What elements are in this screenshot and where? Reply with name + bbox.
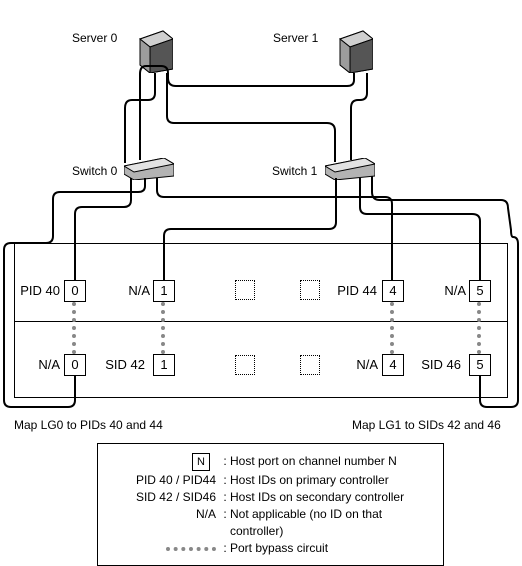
legend-pid-key: PID 40 / PID44 [108, 472, 220, 488]
legend-row-pid: PID 40 / PID44 : Host IDs on primary con… [108, 472, 433, 488]
bot-port0: 0 [64, 354, 86, 376]
legend-row-na: N/A : Not applicable (no ID on that cont… [108, 506, 433, 538]
bypass5 [477, 302, 481, 354]
bot-port1: 1 [153, 354, 175, 376]
bypass0 [72, 302, 76, 354]
top-empty-2 [235, 280, 255, 300]
switch0-icon [124, 158, 174, 180]
switch1-label: Switch 1 [272, 164, 317, 178]
controller-frame [14, 243, 508, 398]
legend-row-sid: SID 42 / SID46 : Host IDs on secondary c… [108, 489, 433, 505]
server1-icon [335, 27, 373, 73]
map-left: Map LG0 to PIDs 40 and 44 [14, 418, 163, 432]
bot-port1-id: SID 42 [103, 357, 145, 372]
bot-port4: 4 [382, 354, 404, 376]
bot-port5-id: SID 46 [419, 357, 461, 372]
server0-label: Server 0 [72, 31, 117, 45]
legend-pid-desc: Host IDs on primary controller [230, 472, 433, 488]
bot-empty-2 [235, 355, 255, 375]
bot-empty-3 [300, 355, 320, 375]
top-empty-3 [300, 280, 320, 300]
legend-na-key: N/A [108, 506, 220, 538]
bot-port0-id: N/A [18, 357, 60, 372]
legend-row-bypass: : Port bypass circuit [108, 540, 433, 556]
map-right: Map LG1 to SIDs 42 and 46 [352, 418, 501, 432]
top-port4: 4 [382, 280, 404, 302]
top-port1-id: N/A [108, 283, 150, 298]
top-port1: 1 [153, 280, 175, 302]
bot-port4-id: N/A [336, 357, 378, 372]
legend-port-desc: Host port on channel number N [230, 453, 433, 471]
legend-row-port: N : Host port on channel number N [108, 453, 433, 471]
legend-bypass-icon [166, 547, 216, 551]
bypass4 [390, 302, 394, 354]
legend-bypass-desc: Port bypass circuit [230, 540, 433, 556]
top-port5: 5 [469, 280, 491, 302]
legend-box: N : Host port on channel number N PID 40… [97, 443, 444, 566]
legend-na-desc: Not applicable (no ID on that controller… [230, 506, 433, 538]
controller-divider [15, 321, 507, 322]
bypass1 [161, 302, 165, 354]
legend-sid-desc: Host IDs on secondary controller [230, 489, 433, 505]
switch1-icon [325, 158, 375, 180]
legend-sid-key: SID 42 / SID46 [108, 489, 220, 505]
top-port0-id: PID 40 [18, 283, 60, 298]
bot-port5: 5 [469, 354, 491, 376]
legend-port-icon: N [192, 453, 210, 471]
top-port0: 0 [64, 280, 86, 302]
top-port4-id: PID 44 [335, 283, 377, 298]
switch0-label: Switch 0 [72, 164, 117, 178]
top-port5-id: N/A [424, 283, 466, 298]
server0-icon [135, 27, 173, 73]
server1-label: Server 1 [273, 31, 318, 45]
